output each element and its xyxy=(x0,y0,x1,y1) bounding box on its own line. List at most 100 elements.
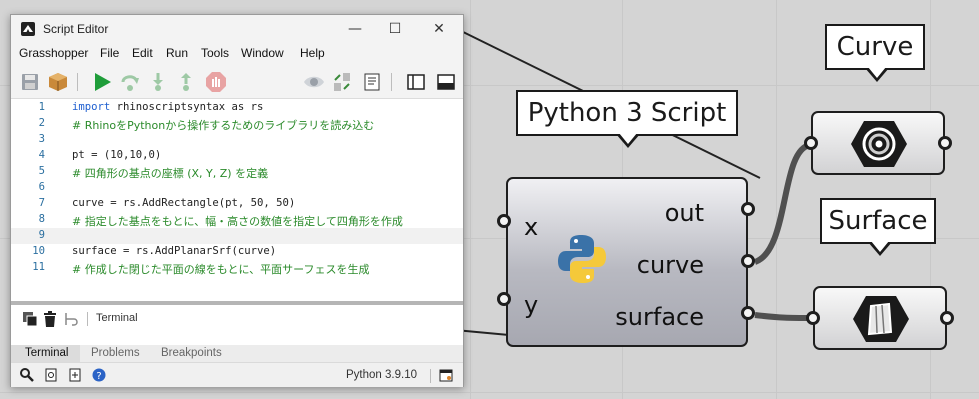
menu-grasshopper[interactable]: Grasshopper xyxy=(19,46,88,60)
callout-tail-fill xyxy=(871,241,889,252)
comment-text: # RhinoをPythonから操作するためのライブラリを読み込む xyxy=(72,119,375,132)
menu-window[interactable]: Window xyxy=(241,46,284,60)
toolbar-separator xyxy=(391,73,392,91)
input-port-y[interactable] xyxy=(497,292,511,306)
eye-icon xyxy=(304,76,324,88)
menu-tools[interactable]: Tools xyxy=(201,46,229,60)
maximize-icon: ☐ xyxy=(388,21,402,37)
menu-help[interactable]: Help xyxy=(300,46,325,60)
toolbar-separator xyxy=(87,312,88,326)
code-text: pt = (10,10,0) xyxy=(72,149,162,161)
curve-component[interactable] xyxy=(811,111,945,175)
menu-bar: Grasshopper File Edit Run Tools Window H… xyxy=(11,43,463,65)
code-text: rhinoscriptsyntax as rs xyxy=(116,101,264,113)
surface-input-port[interactable] xyxy=(806,311,820,325)
settings-icon[interactable] xyxy=(439,368,453,382)
code-line: 10 surface = rs.AddPlanarSrf(curve) xyxy=(11,244,463,260)
package-icon xyxy=(49,73,67,91)
menu-edit[interactable]: Edit xyxy=(132,46,153,60)
preview-button[interactable] xyxy=(303,71,325,93)
doc-add-icon[interactable] xyxy=(68,368,82,382)
title-bar[interactable]: Script Editor — ☐ ✕ xyxy=(11,15,463,43)
curve-wire xyxy=(753,142,812,265)
tab-terminal[interactable]: Terminal xyxy=(11,345,81,362)
run-button[interactable] xyxy=(91,71,113,93)
step-in-icon xyxy=(153,73,163,91)
surface-output-port[interactable] xyxy=(940,311,954,325)
line-number: 2 xyxy=(38,117,45,129)
surface-wire xyxy=(754,312,813,321)
code-line: 11 # 作成した閉じた平面の線をもとに、平面サーフェスを生成 xyxy=(11,260,463,276)
terminal-header: Terminal xyxy=(11,305,463,333)
swap-button[interactable] xyxy=(331,71,353,93)
input-port-x[interactable] xyxy=(497,214,511,228)
python-version: Python 3.9.10 xyxy=(346,369,417,381)
save-icon xyxy=(22,74,38,90)
python-logo-icon xyxy=(558,235,606,283)
line-number: 7 xyxy=(38,197,45,209)
line-number: 10 xyxy=(32,245,45,257)
panel-toggle-button[interactable] xyxy=(435,71,457,93)
wrap-button[interactable] xyxy=(61,308,83,330)
terminal-output[interactable] xyxy=(11,333,463,345)
run-icon xyxy=(95,73,111,91)
line-number: 6 xyxy=(38,181,45,193)
help-icon[interactable]: ? xyxy=(92,368,106,382)
callout-tail-fill xyxy=(868,67,886,78)
surface-component[interactable] xyxy=(813,286,947,350)
close-button[interactable]: ✕ xyxy=(421,18,457,40)
python-script-component[interactable]: x y out curve surface xyxy=(506,177,748,347)
maximize-button[interactable]: ☐ xyxy=(377,18,413,40)
panel-icon xyxy=(437,74,455,90)
minimize-button[interactable]: — xyxy=(337,18,373,40)
code-text: surface = rs.AddPlanarSrf(curve) xyxy=(72,245,277,257)
window-title: Script Editor xyxy=(43,22,109,36)
output-port-out[interactable] xyxy=(741,202,755,216)
doc-search-icon[interactable] xyxy=(44,368,58,382)
callout-text: Curve xyxy=(836,32,914,62)
trash-icon xyxy=(44,311,56,327)
curve-input-port[interactable] xyxy=(804,136,818,150)
curve-output-port[interactable] xyxy=(938,136,952,150)
code-line: 7 curve = rs.AddRectangle(pt, 50, 50) xyxy=(11,196,463,212)
tab-breakpoints[interactable]: Breakpoints xyxy=(161,345,222,362)
line-number: 9 xyxy=(38,229,45,241)
redo-button[interactable] xyxy=(119,71,141,93)
output-port-curve[interactable] xyxy=(741,254,755,268)
surface-icon xyxy=(853,296,909,342)
document-button[interactable] xyxy=(361,71,383,93)
menu-run[interactable]: Run xyxy=(166,46,188,60)
stop-button[interactable] xyxy=(205,71,227,93)
comment-text: # 指定した基点をもとに、幅・高さの数値を指定して四角形を作成 xyxy=(72,215,403,228)
surface-callout: Surface xyxy=(820,198,936,256)
minimize-icon: — xyxy=(348,21,362,37)
code-editor[interactable]: 1 import rhinoscriptsyntax as rs 2 # Rhi… xyxy=(11,99,463,301)
terminal-label: Terminal xyxy=(96,312,138,324)
code-line: 4 pt = (10,10,0) xyxy=(11,148,463,164)
comment-text: # 四角形の基点の座標 (X, Y, Z) を定義 xyxy=(72,167,269,180)
comment-text: # 作成した閉じた平面の線をもとに、平面サーフェスを生成 xyxy=(72,263,370,276)
search-icon[interactable] xyxy=(20,368,34,382)
save-button[interactable] xyxy=(19,71,41,93)
script-editor-window[interactable]: Script Editor — ☐ ✕ Grasshopper File Edi… xyxy=(10,14,464,387)
toolbar-separator xyxy=(77,73,78,91)
step-in-button[interactable] xyxy=(147,71,169,93)
line-number: 4 xyxy=(38,149,45,161)
stop-icon xyxy=(206,72,226,92)
copy-button[interactable] xyxy=(19,308,41,330)
output-port-surface[interactable] xyxy=(741,306,755,320)
swap-icon xyxy=(334,73,350,91)
output-label-surface: surface xyxy=(615,303,704,331)
code-text: curve = rs.AddRectangle(pt, 50, 50) xyxy=(72,197,296,209)
step-out-button[interactable] xyxy=(175,71,197,93)
copy-icon xyxy=(23,312,38,327)
sidebar-toggle-button[interactable] xyxy=(405,71,427,93)
input-label-x: x xyxy=(524,213,539,241)
tab-problems[interactable]: Problems xyxy=(91,345,140,362)
wrap-icon xyxy=(65,313,78,326)
output-label-out: out xyxy=(664,199,704,227)
clear-button[interactable] xyxy=(39,308,61,330)
code-line-active: 9 xyxy=(11,228,463,244)
menu-file[interactable]: File xyxy=(100,46,119,60)
package-button[interactable] xyxy=(47,71,69,93)
